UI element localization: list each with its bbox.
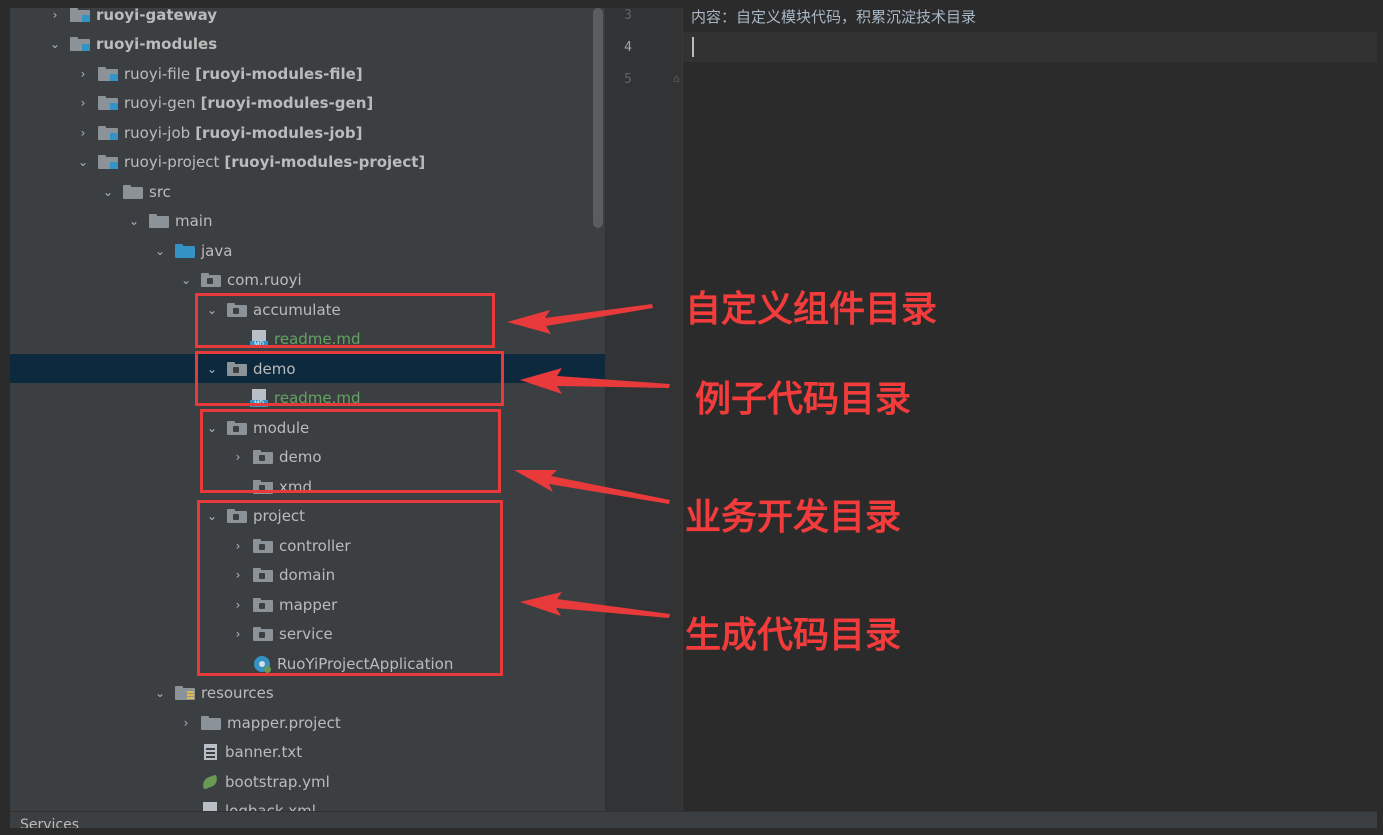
arrow-icon [507,304,653,334]
annotation-label: 生成代码目录 [685,615,902,656]
annotation-label: 自定义组件目录 [685,289,938,330]
annotation-arrows [507,304,670,618]
annotation-label: 例子代码目录 [695,379,912,420]
ide-window: › ruoyi-gateway ⌄ ruoyi-modules › ruoyi-file[… [10,8,1377,828]
arrow-icon [520,592,670,618]
arrow-icon [520,368,670,394]
arrow-icon [514,470,670,504]
annotation-label: 业务开发目录 [685,497,902,538]
